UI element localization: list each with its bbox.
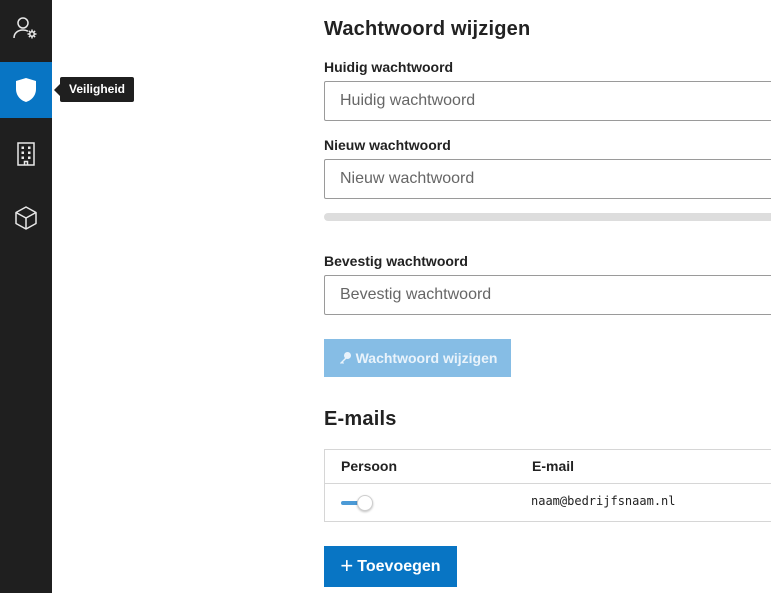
user-settings-icon bbox=[13, 17, 37, 39]
sidebar-tooltip: Veiligheid bbox=[53, 77, 135, 102]
sidebar bbox=[0, 0, 52, 593]
sidebar-item-account[interactable] bbox=[0, 0, 52, 56]
toggle-knob bbox=[357, 495, 373, 511]
plus-icon: + bbox=[340, 552, 354, 578]
persoon-toggle[interactable] bbox=[341, 494, 375, 512]
current-password-input[interactable] bbox=[324, 81, 771, 121]
change-password-button[interactable]: Wachtwoord wijzigen bbox=[324, 339, 511, 377]
add-email-label: Toevoegen bbox=[357, 557, 441, 575]
column-header-email: E-mail bbox=[532, 458, 575, 474]
sidebar-item-products[interactable] bbox=[0, 190, 52, 246]
password-strength-bar bbox=[324, 213, 771, 221]
confirm-password-label: Bevestig wachtwoord bbox=[324, 253, 468, 269]
password-section-title: Wachtwoord wijzigen bbox=[324, 18, 531, 40]
sidebar-item-company[interactable] bbox=[0, 126, 52, 182]
emails-section-title: E-mails bbox=[324, 408, 397, 430]
confirm-password-input[interactable] bbox=[324, 275, 771, 315]
shield-icon bbox=[16, 78, 36, 102]
building-icon bbox=[17, 142, 35, 166]
column-header-persoon: Persoon bbox=[341, 458, 398, 474]
email-cell: naam@bedrijfsnaam.nl bbox=[531, 494, 676, 508]
new-password-label: Nieuw wachtwoord bbox=[324, 137, 451, 153]
new-password-input[interactable] bbox=[324, 159, 771, 199]
table-divider bbox=[325, 483, 771, 484]
current-password-label: Huidig wachtwoord bbox=[324, 59, 454, 75]
key-icon bbox=[339, 352, 351, 364]
emails-table: Persoon E-mail naam@bedrijfsnaam.nl bbox=[324, 449, 771, 522]
change-password-label: Wachtwoord wijzigen bbox=[355, 350, 498, 366]
add-email-button[interactable]: + Toevoegen bbox=[324, 546, 457, 587]
sidebar-item-security[interactable] bbox=[0, 62, 52, 118]
cube-icon bbox=[15, 206, 37, 230]
